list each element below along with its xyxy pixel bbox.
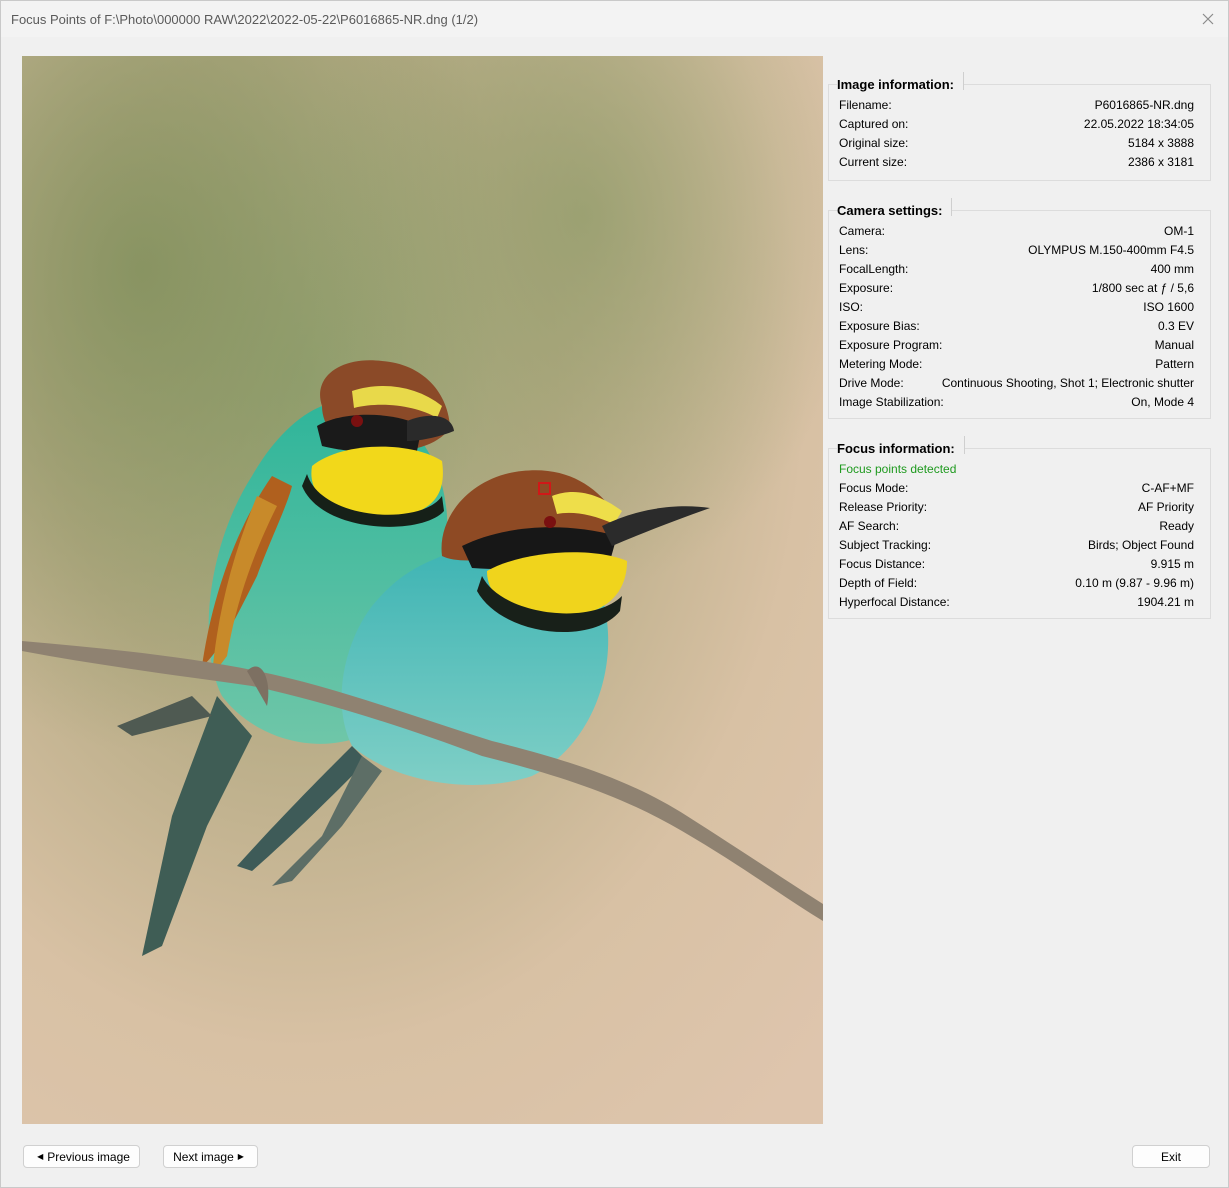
- focus-row-depth-of-field: Depth of Field: 0.10 m (9.87 - 9.96 m): [839, 575, 1194, 590]
- focus-information-header: Focus information:: [837, 436, 965, 456]
- setting-row-image-stabilization: Image Stabilization: On, Mode 4: [839, 394, 1194, 409]
- setting-row-metering-mode: Metering Mode: Pattern: [839, 356, 1194, 371]
- setting-row-exposure: Exposure: 1/800 sec at ƒ / 5,6: [839, 280, 1194, 295]
- exit-label: Exit: [1160, 1149, 1181, 1164]
- exit-button[interactable]: Exit: [1132, 1145, 1210, 1168]
- focus-row-hyperfocal-distance: Hyperfocal Distance: 1904.21 m: [839, 594, 1194, 609]
- photo-preview: [22, 56, 823, 1124]
- setting-row-camera: Camera: OM-1: [839, 223, 1194, 238]
- focus-row-mode: Focus Mode: C-AF+MF: [839, 480, 1194, 495]
- focus-row-subject-tracking: Subject Tracking: Birds; Object Found: [839, 537, 1194, 552]
- info-row-original-size: Original size: 5184 x 3888: [839, 135, 1194, 150]
- next-image-button[interactable]: Next image ▶: [163, 1145, 258, 1168]
- focus-row-focus-distance: Focus Distance: 9.915 m: [839, 556, 1194, 571]
- focus-row-release-priority: Release Priority: AF Priority: [839, 499, 1194, 514]
- window-title: Focus Points of F:\Photo\000000 RAW\2022…: [11, 12, 479, 27]
- focus-information-rows: Focus points detected Focus Mode: C-AF+MF…: [839, 459, 1194, 611]
- close-icon: [1202, 13, 1214, 25]
- triangle-left-icon: ◀: [37, 1152, 44, 1161]
- setting-row-exposure-program: Exposure Program: Manual: [839, 337, 1194, 352]
- triangle-right-icon: ▶: [237, 1152, 244, 1161]
- camera-settings-panel: Camera settings: Camera: OM-1 Lens: OLYMPU…: [828, 198, 1211, 419]
- close-button[interactable]: [1196, 7, 1220, 31]
- setting-row-drive-mode: Drive Mode: Continuous Shooting, Shot 1; …: [839, 375, 1194, 390]
- previous-image-label: Previous image: [47, 1149, 130, 1164]
- bee-eater-photo: [22, 56, 823, 1124]
- image-information-rows: Filename: P6016865-NR.dng Captured on: 22.…: [839, 95, 1194, 171]
- title-bar: Focus Points of F:\Photo\000000 RAW\2022…: [1, 1, 1228, 37]
- info-row-captured: Captured on: 22.05.2022 18:34:05: [839, 116, 1194, 131]
- next-image-label: Next image: [173, 1149, 234, 1164]
- focus-information-panel: Focus information: Focus points detected…: [828, 436, 1211, 619]
- setting-row-iso: ISO: ISO 1600: [839, 299, 1194, 314]
- focus-status-text: Focus points detected: [839, 461, 957, 476]
- camera-settings-header: Camera settings:: [837, 198, 953, 218]
- focus-points-window: Focus Points of F:\Photo\000000 RAW\2022…: [0, 0, 1229, 1188]
- info-row-current-size: Current size: 2386 x 3181: [839, 154, 1194, 169]
- image-information-panel: Image information: Filename: P6016865-NR.…: [828, 72, 1211, 181]
- focus-row-af-search: AF Search: Ready: [839, 518, 1194, 533]
- info-row-filename: Filename: P6016865-NR.dng: [839, 97, 1194, 112]
- setting-row-exposure-bias: Exposure Bias: 0.3 EV: [839, 318, 1194, 333]
- previous-image-button[interactable]: ◀ Previous image: [23, 1145, 140, 1168]
- camera-settings-rows: Camera: OM-1 Lens: OLYMPUS M.150-400mm F4.…: [839, 221, 1194, 411]
- image-information-header: Image information:: [837, 72, 965, 92]
- setting-row-focal-length: FocalLength: 400 mm: [839, 261, 1194, 276]
- setting-row-lens: Lens: OLYMPUS M.150-400mm F4.5: [839, 242, 1194, 257]
